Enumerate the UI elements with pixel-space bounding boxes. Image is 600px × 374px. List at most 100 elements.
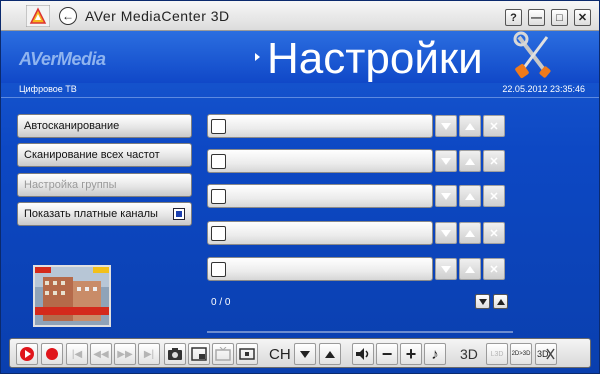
title-bar: ← AVer MediaCenter 3D ? — □ ✕ [1, 1, 599, 31]
minus-icon: − [381, 343, 393, 364]
move-up-button[interactable] [459, 115, 481, 137]
delete-button[interactable]: ✕ [483, 222, 505, 244]
sub-bar: Цифровое ТВ 22.05.2012 23:35:46 [1, 83, 599, 97]
subtitle-icon [239, 348, 255, 360]
fast-forward-button[interactable]: ▶▶ [114, 343, 136, 365]
move-down-button[interactable] [435, 115, 457, 137]
close-icon: ✕ [489, 263, 499, 276]
channel-up-button[interactable] [319, 343, 341, 365]
delete-button[interactable]: ✕ [483, 258, 505, 280]
fast-forward-icon: ▶▶ [117, 348, 133, 360]
channel-label: CH [269, 346, 291, 363]
delete-button[interactable]: ✕ [483, 150, 505, 172]
chevron-down-icon [441, 265, 451, 273]
move-down-button[interactable] [435, 185, 457, 207]
2d-to-3d-button[interactable]: 2D>3D [510, 343, 532, 365]
channel-checkbox[interactable] [211, 119, 226, 134]
move-up-button[interactable] [459, 258, 481, 280]
preview-image [35, 267, 109, 325]
channel-checkbox[interactable] [211, 226, 226, 241]
subtitle-button[interactable] [236, 343, 258, 365]
delete-button[interactable]: ✕ [483, 115, 505, 137]
scan-all-button[interactable]: Сканирование всех частот [17, 143, 192, 167]
minimize-button[interactable]: — [528, 9, 545, 26]
l3d-button[interactable]: L3D [486, 343, 508, 365]
skip-forward-icon: ▶| [143, 348, 155, 360]
chevron-up-icon [465, 122, 475, 130]
mute-button[interactable] [352, 343, 374, 365]
channel-checkbox[interactable] [211, 154, 226, 169]
datetime-label: 22.05.2012 23:35:46 [502, 84, 585, 94]
page-down-button[interactable] [475, 294, 490, 309]
close-button[interactable]: ✕ [574, 9, 591, 26]
maximize-button[interactable]: □ [551, 9, 568, 26]
3d-settings-button[interactable]: 3D [535, 343, 557, 365]
channel-row: ✕ [207, 149, 513, 173]
close-icon: ✕ [489, 120, 499, 133]
volume-down-button[interactable]: − [376, 343, 398, 365]
move-up-button[interactable] [459, 185, 481, 207]
bottom-toolbar: |◀ ◀◀ ▶▶ ▶| CH − + ♪ 3D L3D 2D>3D 3D [9, 338, 591, 368]
play-button[interactable] [16, 343, 38, 365]
channel-field[interactable] [207, 257, 433, 281]
page-up-button[interactable] [493, 294, 508, 309]
chevron-up-icon [465, 157, 475, 165]
teletext-button[interactable] [212, 343, 234, 365]
channel-field[interactable] [207, 184, 433, 208]
audio-button[interactable]: ♪ [424, 343, 446, 365]
skip-forward-button[interactable]: ▶| [138, 343, 160, 365]
pip-icon [191, 347, 207, 361]
close-icon: ✕ [489, 190, 499, 203]
divider [207, 331, 513, 333]
record-button[interactable] [41, 343, 63, 365]
volume-icon [356, 348, 369, 360]
divider [1, 97, 599, 98]
brand-logo: AVerMedia [19, 49, 106, 69]
show-paid-checkbox[interactable] [173, 208, 185, 220]
preview-thumbnail[interactable] [33, 265, 111, 327]
delete-button[interactable]: ✕ [483, 185, 505, 207]
back-icon: ← [62, 9, 74, 23]
move-down-button[interactable] [435, 150, 457, 172]
chevron-up-icon [465, 229, 475, 237]
rewind-icon: ◀◀ [93, 348, 109, 360]
app-title: AVer MediaCenter 3D [85, 8, 230, 24]
play-icon [20, 347, 34, 361]
rewind-button[interactable]: ◀◀ [90, 343, 112, 365]
show-paid-channels-toggle[interactable]: Показать платные каналы [17, 202, 192, 226]
skip-back-icon: |◀ [71, 348, 83, 360]
chevron-up-icon [465, 265, 475, 273]
chevron-down-icon [441, 122, 451, 130]
app-logo-icon [26, 5, 50, 27]
channel-row: ✕ [207, 221, 513, 245]
channel-row: ✕ [207, 184, 513, 208]
help-button[interactable]: ? [505, 9, 522, 26]
chevron-down-icon [441, 192, 451, 200]
pip-button[interactable] [188, 343, 210, 365]
screenshot-button[interactable] [164, 343, 186, 365]
move-up-button[interactable] [459, 222, 481, 244]
channel-checkbox[interactable] [211, 262, 226, 277]
back-button[interactable]: ← [59, 7, 77, 25]
header-arrow-icon [255, 53, 260, 61]
3d-tools-icon: 3D [537, 348, 555, 360]
channel-down-button[interactable] [294, 343, 316, 365]
autoscan-button[interactable]: Автосканирование [17, 114, 192, 138]
channel-field[interactable] [207, 221, 433, 245]
record-icon [46, 348, 58, 360]
move-down-button[interactable] [435, 222, 457, 244]
move-up-button[interactable] [459, 150, 481, 172]
volume-up-button[interactable]: + [400, 343, 422, 365]
pager-text: 0 / 0 [211, 297, 231, 308]
three-d-label: 3D [460, 346, 478, 362]
move-down-button[interactable] [435, 258, 457, 280]
chevron-down-icon [441, 229, 451, 237]
tools-icon [513, 31, 551, 78]
music-note-icon: ♪ [431, 345, 439, 363]
channel-field[interactable] [207, 149, 433, 173]
channel-row: ✕ [207, 114, 513, 138]
channel-checkbox[interactable] [211, 189, 226, 204]
skip-back-button[interactable]: |◀ [66, 343, 88, 365]
close-icon: ✕ [489, 155, 499, 168]
channel-field[interactable] [207, 114, 433, 138]
